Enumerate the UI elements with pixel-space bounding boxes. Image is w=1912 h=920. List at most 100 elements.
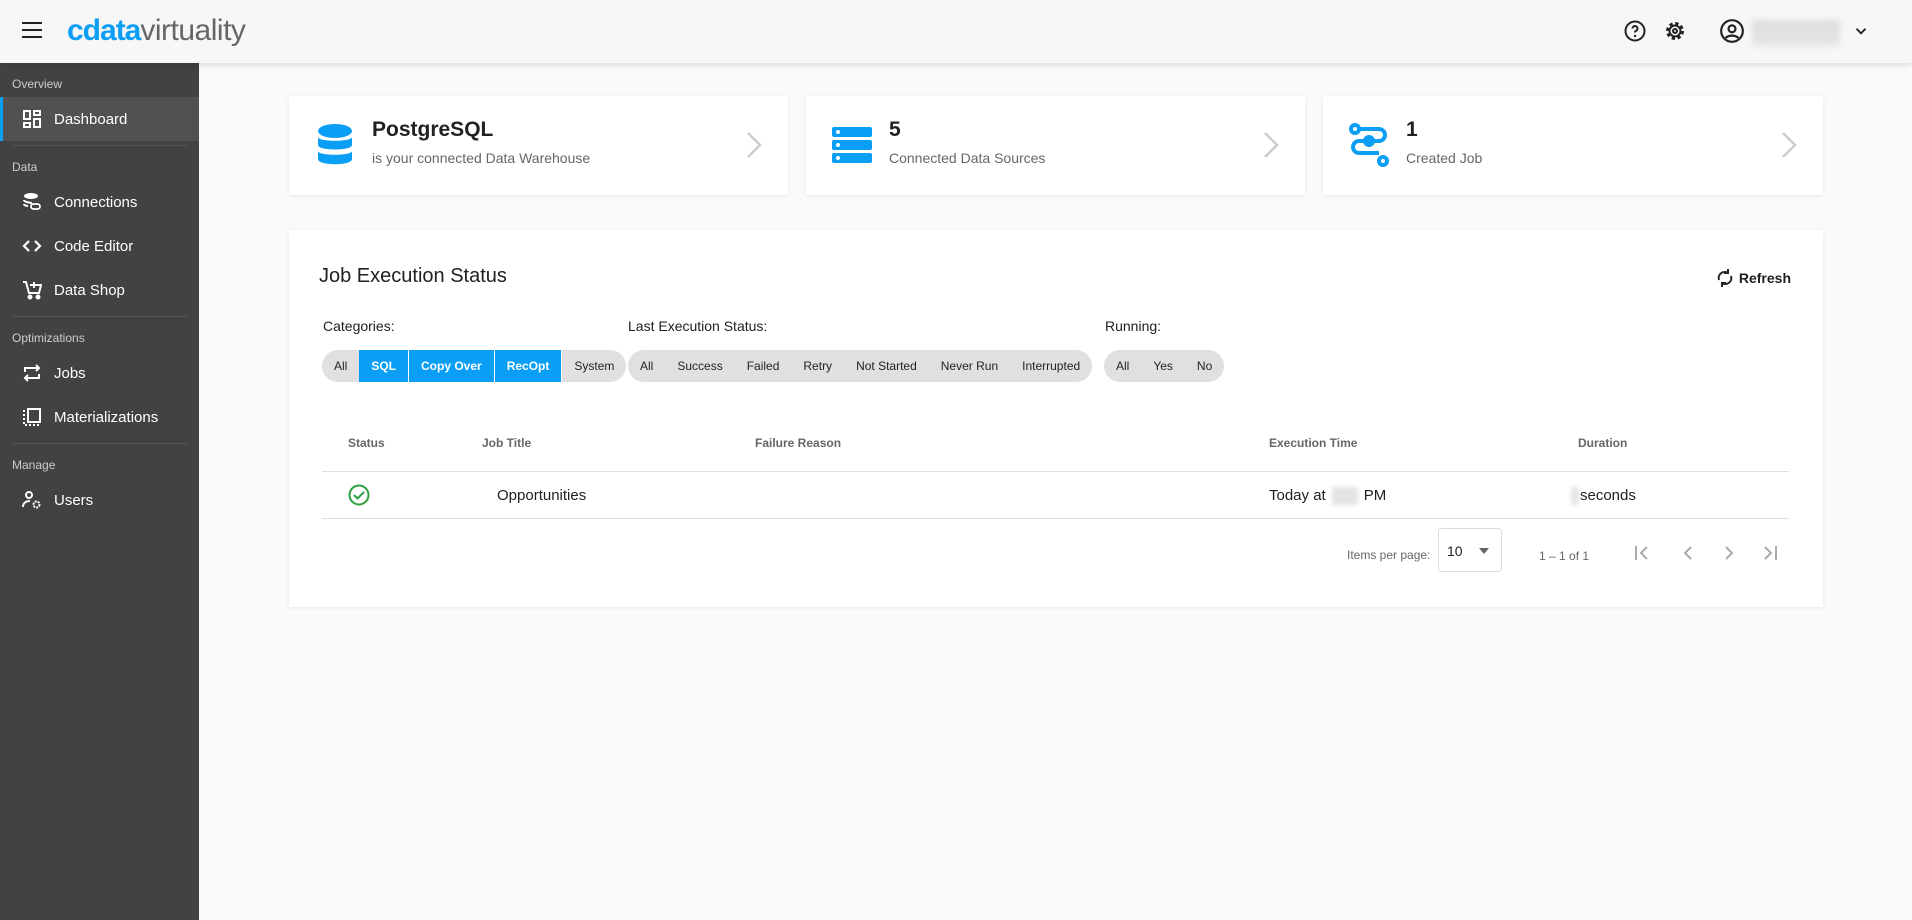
execution-suffix: PM (1363, 487, 1387, 504)
next-page-icon[interactable] (1719, 543, 1739, 563)
category-sql[interactable]: SQL (359, 350, 410, 382)
categories-label: Categories: (323, 318, 395, 334)
chevron-right-icon (1782, 132, 1797, 158)
column-failure-reason[interactable]: Failure Reason (755, 436, 841, 450)
dropdown-arrow-icon (1479, 548, 1489, 559)
last-page-icon[interactable] (1760, 543, 1780, 563)
sidebar-item-label: Dashboard (54, 110, 128, 128)
database-icon (318, 124, 352, 165)
sidebar-item-label: Connections (54, 193, 138, 211)
panel-title: Job Execution Status (319, 265, 507, 287)
connections-icon (23, 193, 41, 210)
top-header: cdatavirtuality (0, 0, 1912, 63)
sidebar-item-label: Code Editor (54, 237, 134, 255)
menu-icon[interactable] (22, 22, 42, 38)
status-failed[interactable]: Failed (735, 350, 792, 382)
duration-suffix: seconds (1580, 487, 1636, 504)
data-sources-card[interactable]: 5 Connected Data Sources (806, 96, 1305, 195)
sidebar-item-data-shop[interactable]: Data Shop (0, 268, 199, 312)
materialization-icon (23, 408, 41, 426)
chevron-right-icon (747, 132, 762, 158)
column-duration[interactable]: Duration (1578, 436, 1627, 450)
divider (322, 518, 1789, 519)
category-copy-over[interactable]: Copy Over (409, 350, 495, 382)
running-filter: All Yes No (1104, 350, 1225, 382)
status-never-run[interactable]: Never Run (929, 350, 1010, 382)
category-recopt[interactable]: RecOpt (494, 350, 563, 382)
chevron-down-icon[interactable] (1852, 19, 1870, 43)
column-status[interactable]: Status (348, 436, 385, 450)
sidebar-item-connections[interactable]: Connections (0, 180, 199, 224)
category-all[interactable]: All (322, 350, 359, 382)
divider (12, 443, 187, 444)
sidebar-item-label: Users (54, 491, 94, 509)
section-overview: Overview (12, 77, 63, 91)
section-manage: Manage (12, 458, 56, 472)
server-list-icon (832, 127, 872, 163)
status-all[interactable]: All (628, 350, 665, 382)
sidebar-item-label: Data Shop (54, 281, 125, 299)
status-filter: All Success Failed Retry Not Started Nev… (628, 350, 1093, 382)
help-icon[interactable] (1623, 19, 1647, 43)
logo-brand: cdata (67, 14, 141, 47)
card-subtitle: Connected Data Sources (889, 150, 1046, 166)
previous-page-icon[interactable] (1678, 543, 1698, 563)
redacted-time (1331, 487, 1358, 506)
sidebar-item-dashboard[interactable]: Dashboard (0, 97, 199, 141)
logo: cdatavirtuality (67, 14, 246, 48)
categories-filter: All SQL Copy Over RecOpt System (322, 350, 627, 382)
sidebar-item-materializations[interactable]: Materializations (0, 395, 199, 439)
card-title: 1 (1406, 118, 1418, 141)
running-no[interactable]: No (1185, 350, 1224, 382)
repeat-icon (23, 364, 41, 382)
gear-icon[interactable] (1663, 19, 1687, 43)
refresh-icon (1717, 269, 1733, 287)
users-gear-icon (22, 491, 41, 509)
section-data: Data (12, 160, 38, 174)
job-title-cell: Opportunities (497, 487, 587, 504)
status-interrupted[interactable]: Interrupted (1010, 350, 1092, 382)
items-per-page-value: 10 (1447, 543, 1463, 559)
running-all[interactable]: All (1104, 350, 1141, 382)
status-not-started[interactable]: Not Started (844, 350, 929, 382)
refresh-label: Refresh (1738, 270, 1791, 286)
category-system[interactable]: System (562, 350, 626, 382)
dashboard-icon (23, 110, 41, 128)
execution-time-cell: Today at PM (1269, 487, 1387, 506)
sidebar-item-code-editor[interactable]: Code Editor (0, 224, 199, 268)
cart-icon (23, 281, 42, 300)
status-retry[interactable]: Retry (791, 350, 844, 382)
chevron-right-icon (1264, 132, 1279, 158)
section-optimizations: Optimizations (12, 331, 85, 345)
logo-product: virtuality (140, 14, 246, 47)
column-job-title[interactable]: Job Title (482, 436, 531, 450)
divider (322, 471, 1789, 472)
job-execution-panel: Job Execution Status Refresh Categories:… (289, 230, 1823, 607)
redacted-duration (1571, 487, 1579, 506)
sidebar: Overview Dashboard Data Connections Code… (0, 63, 199, 920)
first-page-icon[interactable] (1632, 543, 1652, 563)
column-execution-time[interactable]: Execution Time (1269, 436, 1357, 450)
warehouse-card[interactable]: PostgreSQL is your connected Data Wareho… (289, 96, 788, 195)
divider (12, 145, 187, 146)
sidebar-item-users[interactable]: Users (0, 478, 199, 522)
divider (12, 316, 187, 317)
code-icon (22, 240, 42, 252)
jobs-card[interactable]: 1 Created Job (1323, 96, 1823, 195)
user-name-redacted (1752, 20, 1840, 46)
sidebar-item-label: Jobs (54, 364, 86, 382)
account-icon[interactable] (1719, 18, 1745, 44)
refresh-button[interactable]: Refresh (1715, 268, 1791, 288)
execution-prefix: Today at (1269, 487, 1326, 504)
running-yes[interactable]: Yes (1141, 350, 1185, 382)
sidebar-item-label: Materializations (54, 408, 159, 426)
status-success[interactable]: Success (665, 350, 734, 382)
status-filter-label: Last Execution Status: (628, 318, 768, 334)
card-subtitle: is your connected Data Warehouse (372, 150, 591, 166)
items-per-page-select[interactable]: 10 (1438, 528, 1502, 572)
card-title: 5 (889, 118, 901, 141)
success-check-icon (348, 484, 370, 506)
duration-cell: seconds (1571, 487, 1636, 506)
sidebar-item-jobs[interactable]: Jobs (0, 351, 199, 395)
running-label: Running: (1105, 318, 1162, 334)
